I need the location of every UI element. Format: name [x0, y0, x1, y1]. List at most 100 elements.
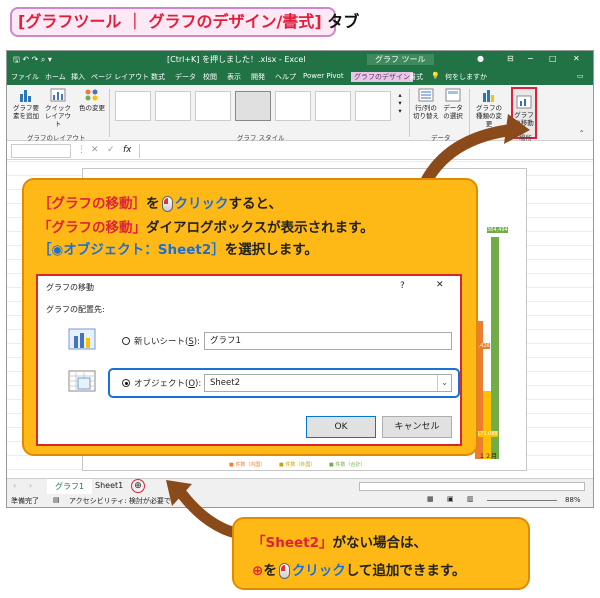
plus-circle-icon: ⊕: [252, 563, 264, 579]
close-button[interactable]: ✕: [573, 54, 580, 63]
callout-line-3: ［◉オブジェクト：Sheet2］を選択します。: [38, 238, 318, 258]
color-palette-icon: [85, 89, 98, 101]
menu-formulas[interactable]: 数式: [151, 72, 165, 82]
callout-text-wo: を: [146, 196, 160, 212]
object-sheet-select[interactable]: Sheet2 ⌄: [204, 374, 452, 392]
new-sheet-name-input[interactable]: グラフ1: [204, 332, 452, 350]
new-sheet-label-text: 新しいシート(: [134, 337, 189, 347]
object-sheet-value: Sheet2: [210, 378, 240, 388]
callout-text-suru: すると、: [228, 196, 282, 212]
bar-total: [491, 237, 499, 459]
zoom-level[interactable]: 88%: [565, 496, 581, 504]
menu-page-layout[interactable]: ページ レイアウト: [91, 72, 149, 82]
add-chart-element-button[interactable]: グラフ要素を追加: [11, 88, 41, 120]
chevron-down-icon[interactable]: ⌄: [437, 375, 451, 391]
legend-total: ■ 件数（合計）: [329, 462, 366, 468]
name-box-dropdown-icon[interactable]: ⋮: [77, 145, 86, 155]
title-bar: 🖫 ↶ ↷ ⌕ ▾ [Ctrl+K] を押しました！.xlsx - Excel …: [7, 51, 593, 69]
callout-line-2: 「グラフの移動」ダイアログボックスが表示されます。: [38, 216, 374, 236]
normal-view-icon[interactable]: ▦: [427, 495, 434, 503]
account-icon[interactable]: ●: [477, 54, 484, 63]
tab-chart-design[interactable]: グラフのデザイン: [351, 72, 413, 82]
mouse-icon: [278, 563, 290, 579]
help-icon[interactable]: ?: [400, 281, 405, 291]
chart-style-3[interactable]: [195, 91, 231, 121]
context-label: グラフ ツール: [367, 54, 434, 65]
new-sheet-label: 新しいシート(S):: [134, 335, 200, 347]
chart-style-5[interactable]: [275, 91, 311, 121]
minimize-button[interactable]: −: [527, 54, 534, 63]
sheet-tab-bar: ‹ › グラフ1 Sheet1 ⊕: [7, 478, 593, 496]
object-label: オブジェクト(O):: [134, 377, 201, 389]
new-sheet-icon: [68, 328, 96, 350]
change-colors-button[interactable]: 色の変更: [79, 88, 105, 112]
bottom-text-add: して追加できます。: [345, 563, 466, 579]
new-sheet-label-suffix: ):: [193, 337, 200, 347]
chart-style-6[interactable]: [315, 91, 351, 121]
page-layout-view-icon[interactable]: ▣: [447, 495, 454, 503]
menu-power-pivot[interactable]: Power Pivot: [303, 72, 344, 80]
bottom-click-word: クリック: [291, 563, 346, 579]
chart-style-1[interactable]: [115, 91, 151, 121]
menu-home[interactable]: ホーム: [45, 72, 66, 82]
mouse-icon: [161, 196, 173, 212]
cancel-button[interactable]: キャンセル: [382, 416, 452, 438]
window-title: [Ctrl+K] を押しました！.xlsx - Excel: [167, 55, 306, 64]
chart-style-2[interactable]: [155, 91, 191, 121]
tab-sheet1[interactable]: Sheet1: [89, 481, 129, 490]
page-break-view-icon[interactable]: ▥: [467, 495, 474, 503]
menu-file[interactable]: ファイル: [11, 72, 39, 82]
menu-review[interactable]: 校閲: [203, 72, 217, 82]
title-suffix: タブ: [327, 12, 360, 31]
menu-data[interactable]: データ: [175, 72, 196, 82]
menu-help[interactable]: ヘルプ: [275, 72, 296, 82]
horizontal-scrollbar[interactable]: [359, 482, 585, 491]
quick-layout-button[interactable]: クイック レイアウト: [43, 88, 73, 128]
object-label-text: オブジェクト(: [134, 379, 189, 389]
chart-element-icon: [20, 90, 31, 102]
ribbon-display-icon[interactable]: ⊟: [507, 54, 514, 63]
chart-style-4[interactable]: [235, 91, 271, 121]
dialog-close-button[interactable]: ✕: [436, 280, 444, 290]
quick-layout-icon: [50, 88, 66, 102]
macro-icon[interactable]: ▤: [53, 496, 60, 504]
name-box[interactable]: [11, 144, 71, 158]
object-radio[interactable]: [122, 379, 130, 387]
maximize-button[interactable]: □: [549, 54, 557, 63]
bottom-callout-line-1: 「Sheet2」がない場合は、: [252, 531, 427, 551]
page-title: [グラフツール ｜ グラフのデザイン/書式] タブ: [10, 7, 359, 37]
status-ready: 準備完了: [11, 497, 39, 505]
menu-bar: ファイル ホーム 挿入 ページ レイアウト 数式 データ 校閲 表示 開発 ヘル…: [7, 69, 593, 85]
tab-scroll-right-icon[interactable]: ›: [29, 481, 32, 490]
ok-button[interactable]: OK: [306, 416, 376, 438]
tab-format[interactable]: 書式: [409, 72, 423, 82]
sheet2-ref: 「Sheet2」: [252, 535, 333, 551]
add-sheet-callout: 「Sheet2」がない場合は、 ⊕を クリックして追加できます。: [232, 517, 530, 590]
menu-insert[interactable]: 挿入: [71, 72, 85, 82]
insert-function-icon[interactable]: fx: [123, 145, 132, 155]
add-sheet-button[interactable]: ⊕: [131, 479, 145, 493]
legend-domestic: ■ 件数（内国）: [229, 462, 266, 468]
status-bar: 準備完了 ▤ アクセシビリティ: 検討が必要です ▦ ▣ ▥ 88%: [7, 494, 593, 507]
comment-icon[interactable]: ▭: [577, 72, 584, 80]
enter-icon[interactable]: ✓: [107, 145, 115, 155]
tab-scroll-left-icon[interactable]: ‹: [13, 481, 16, 490]
bottom-text-if-missing: がない場合は、: [332, 535, 428, 551]
chart-style-7[interactable]: [355, 91, 391, 121]
zoom-slider[interactable]: [487, 500, 557, 501]
menu-developer[interactable]: 開発: [251, 72, 265, 82]
new-sheet-radio[interactable]: [122, 337, 130, 345]
callout-text-dialog: ダイアログボックスが表示されます。: [146, 220, 374, 236]
object-icon: [68, 370, 96, 392]
callout-text-select: を選択します。: [224, 242, 318, 258]
cancel-icon[interactable]: ✕: [91, 145, 99, 155]
object-label-suffix: ):: [195, 379, 202, 389]
menu-view[interactable]: 表示: [227, 72, 241, 82]
bottom-callout-line-2: ⊕を クリックして追加できます。: [252, 559, 466, 579]
bottom-text-wo: を: [263, 563, 277, 579]
collapse-ribbon-icon[interactable]: ⌃: [579, 129, 584, 137]
save-icon[interactable]: 🖫 ↶ ↷ ⌕ ▾: [13, 54, 52, 68]
title-tab-name: グラフツール ｜ グラフのデザイン/書式: [25, 12, 315, 31]
tell-me-input[interactable]: 何をしますか: [445, 72, 487, 82]
title-bracket-close: ]: [314, 12, 322, 31]
